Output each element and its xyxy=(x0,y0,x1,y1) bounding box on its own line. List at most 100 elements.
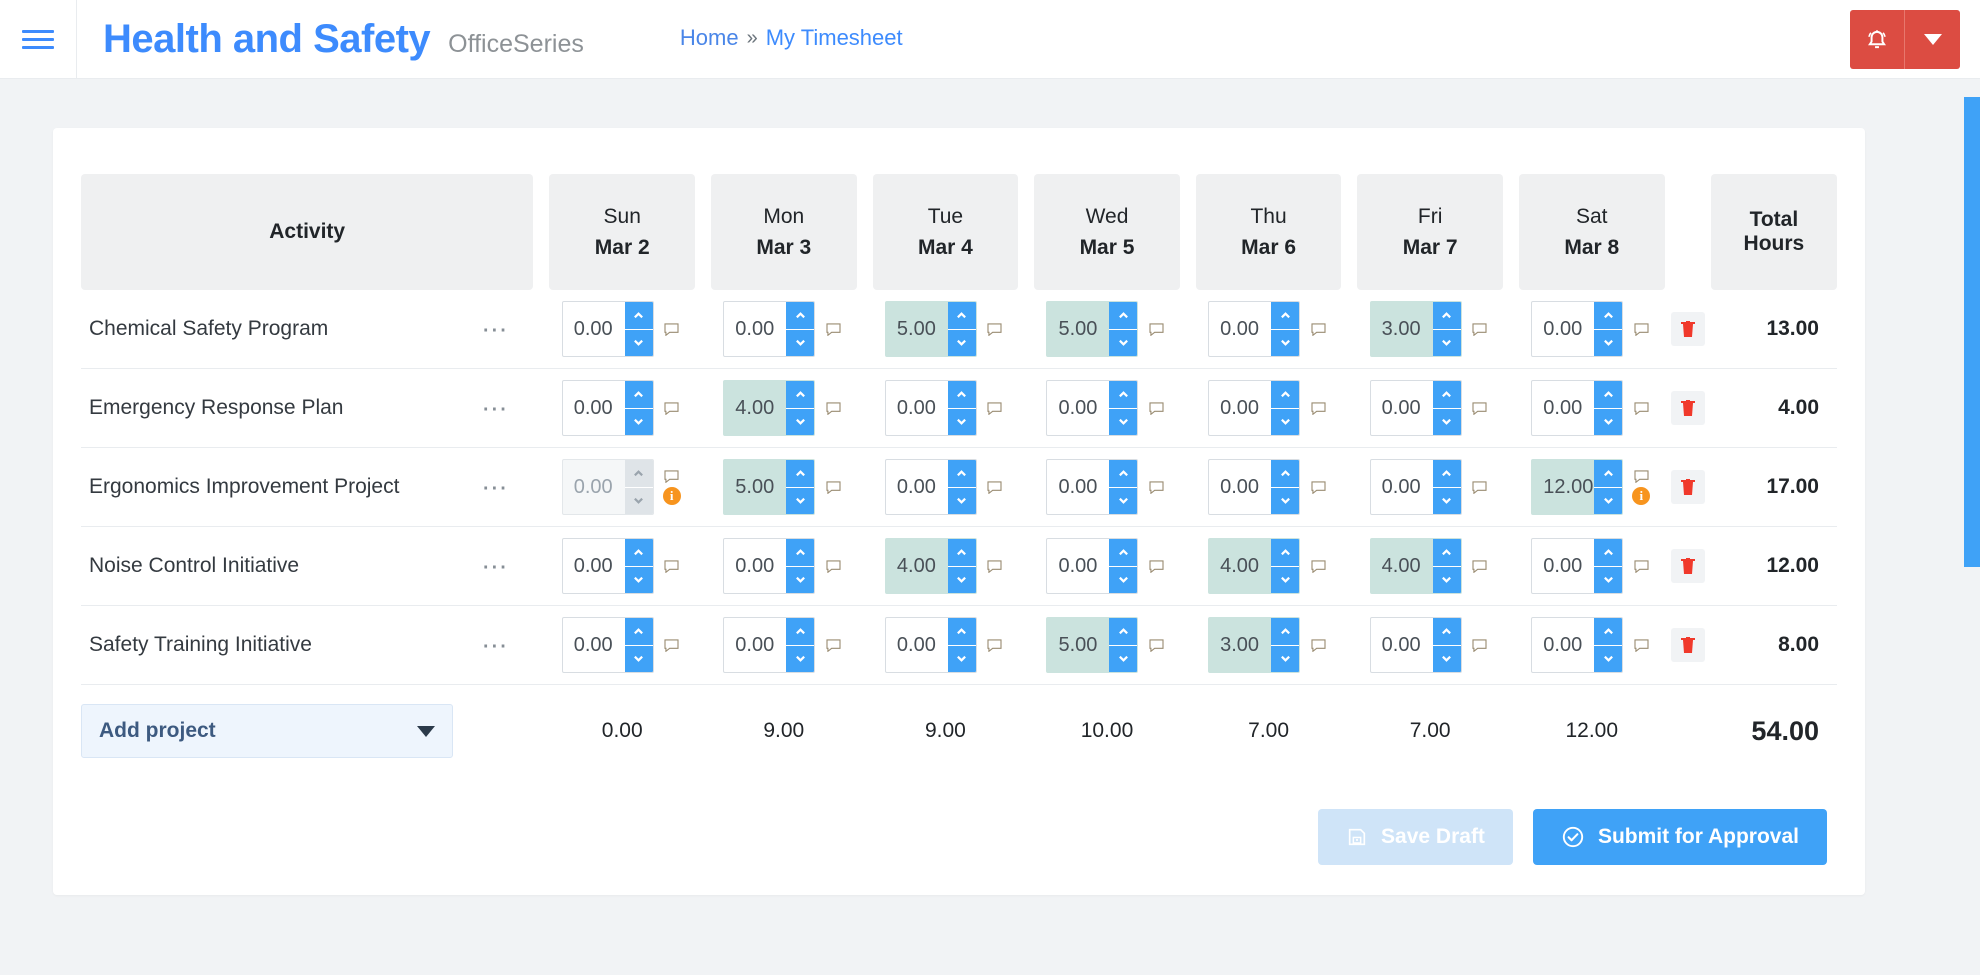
hours-input[interactable] xyxy=(562,460,625,514)
hours-decrement-button[interactable] xyxy=(947,487,976,514)
comment-bubble-icon[interactable] xyxy=(1472,559,1487,573)
delete-row-button[interactable] xyxy=(1670,391,1705,425)
comment-bubble-icon[interactable] xyxy=(664,638,679,652)
hours-decrement-button[interactable] xyxy=(1271,645,1300,672)
hours-spinner[interactable] xyxy=(723,301,816,357)
comment-bubble-icon[interactable] xyxy=(1472,638,1487,652)
comment-bubble-icon[interactable] xyxy=(1311,638,1326,652)
hours-input[interactable] xyxy=(885,381,948,435)
hours-decrement-button[interactable] xyxy=(624,329,653,356)
hours-increment-button[interactable] xyxy=(624,539,653,567)
delete-row-button[interactable] xyxy=(1670,628,1705,662)
hours-input[interactable] xyxy=(724,302,787,356)
comment-bubble-icon[interactable] xyxy=(987,480,1002,494)
save-draft-button[interactable]: Save Draft xyxy=(1318,809,1513,865)
hours-increment-button[interactable] xyxy=(1109,381,1138,409)
page-scrollbar-track[interactable] xyxy=(1962,79,1980,975)
hours-input[interactable] xyxy=(562,618,625,672)
hours-input[interactable] xyxy=(1532,618,1595,672)
hours-decrement-button[interactable] xyxy=(947,408,976,435)
comment-bubble-icon[interactable] xyxy=(1311,401,1326,415)
hours-input[interactable] xyxy=(1532,460,1595,514)
hours-increment-button[interactable] xyxy=(786,460,815,488)
submit-for-approval-button[interactable]: Submit for Approval xyxy=(1532,809,1827,865)
hours-increment-button[interactable] xyxy=(624,381,653,409)
hours-input[interactable] xyxy=(1370,460,1433,514)
hours-spinner[interactable] xyxy=(1046,538,1139,594)
hours-increment-button[interactable] xyxy=(947,302,976,330)
hours-input[interactable] xyxy=(1370,539,1433,593)
notifications-dropdown-button[interactable] xyxy=(1905,10,1960,69)
hours-spinner[interactable] xyxy=(1046,459,1139,515)
hours-spinner[interactable] xyxy=(723,380,816,436)
hours-decrement-button[interactable] xyxy=(1432,566,1461,593)
hours-spinner[interactable] xyxy=(884,301,977,357)
hours-increment-button[interactable] xyxy=(1109,618,1138,646)
hours-spinner[interactable] xyxy=(1208,301,1301,357)
hours-decrement-button[interactable] xyxy=(1271,566,1300,593)
add-project-dropdown[interactable]: Add project xyxy=(81,704,453,758)
breadcrumb-home-link[interactable]: Home xyxy=(680,25,739,51)
hours-decrement-button[interactable] xyxy=(1271,329,1300,356)
hours-input[interactable] xyxy=(1209,539,1272,593)
hours-decrement-button[interactable] xyxy=(786,566,815,593)
hours-spinner[interactable] xyxy=(1046,380,1139,436)
delete-row-button[interactable] xyxy=(1670,312,1705,346)
hours-decrement-button[interactable] xyxy=(1109,566,1138,593)
hours-input[interactable] xyxy=(1047,302,1110,356)
comment-bubble-icon[interactable] xyxy=(1634,469,1649,483)
hours-spinner[interactable] xyxy=(1369,538,1462,594)
hours-increment-button[interactable] xyxy=(1594,302,1623,330)
hours-spinner[interactable] xyxy=(1531,538,1624,594)
hours-decrement-button[interactable] xyxy=(1432,329,1461,356)
hours-decrement-button[interactable] xyxy=(1109,487,1138,514)
comment-bubble-icon[interactable] xyxy=(1472,322,1487,336)
hours-decrement-button[interactable] xyxy=(624,645,653,672)
hours-decrement-button[interactable] xyxy=(1594,487,1623,514)
hours-increment-button[interactable] xyxy=(1432,460,1461,488)
hours-decrement-button[interactable] xyxy=(947,645,976,672)
hours-decrement-button[interactable] xyxy=(1432,487,1461,514)
info-badge-icon[interactable]: i xyxy=(662,486,681,505)
row-menu-button[interactable]: ⋯ xyxy=(475,474,515,500)
comment-bubble-icon[interactable] xyxy=(1472,480,1487,494)
hours-spinner[interactable] xyxy=(1208,459,1301,515)
row-menu-button[interactable]: ⋯ xyxy=(475,395,515,421)
hours-input[interactable] xyxy=(562,381,625,435)
comment-bubble-icon[interactable] xyxy=(1634,559,1649,573)
comment-bubble-icon[interactable] xyxy=(1149,480,1164,494)
hours-increment-button[interactable] xyxy=(947,618,976,646)
hours-spinner[interactable] xyxy=(561,617,654,673)
hours-spinner[interactable] xyxy=(884,459,977,515)
row-menu-button[interactable]: ⋯ xyxy=(475,553,515,579)
comment-bubble-icon[interactable] xyxy=(664,322,679,336)
hours-decrement-button[interactable] xyxy=(1594,329,1623,356)
hours-increment-button[interactable] xyxy=(1432,539,1461,567)
hours-input[interactable] xyxy=(1532,539,1595,593)
delete-row-button[interactable] xyxy=(1670,549,1705,583)
hours-decrement-button[interactable] xyxy=(1109,645,1138,672)
hours-decrement-button[interactable] xyxy=(1109,329,1138,356)
hours-input[interactable] xyxy=(1370,618,1433,672)
hours-increment-button[interactable] xyxy=(1432,618,1461,646)
hours-spinner[interactable] xyxy=(884,617,977,673)
hours-decrement-button[interactable] xyxy=(624,408,653,435)
hours-spinner[interactable] xyxy=(723,538,816,594)
comment-bubble-icon[interactable] xyxy=(987,638,1002,652)
hours-input[interactable] xyxy=(724,381,787,435)
row-menu-button[interactable]: ⋯ xyxy=(475,632,515,658)
comment-bubble-icon[interactable] xyxy=(1149,322,1164,336)
comment-bubble-icon[interactable] xyxy=(826,322,841,336)
breadcrumb-current[interactable]: My Timesheet xyxy=(766,25,903,51)
hours-increment-button[interactable] xyxy=(1432,302,1461,330)
hours-decrement-button[interactable] xyxy=(1271,487,1300,514)
hours-spinner[interactable] xyxy=(723,459,816,515)
comment-bubble-icon[interactable] xyxy=(1634,401,1649,415)
info-badge-icon[interactable]: i xyxy=(1632,486,1651,505)
hours-input[interactable] xyxy=(724,539,787,593)
hours-input[interactable] xyxy=(1209,302,1272,356)
hours-increment-button[interactable] xyxy=(1271,460,1300,488)
hours-spinner[interactable] xyxy=(1046,617,1139,673)
hours-spinner[interactable] xyxy=(561,459,654,515)
hours-spinner[interactable] xyxy=(1046,301,1139,357)
